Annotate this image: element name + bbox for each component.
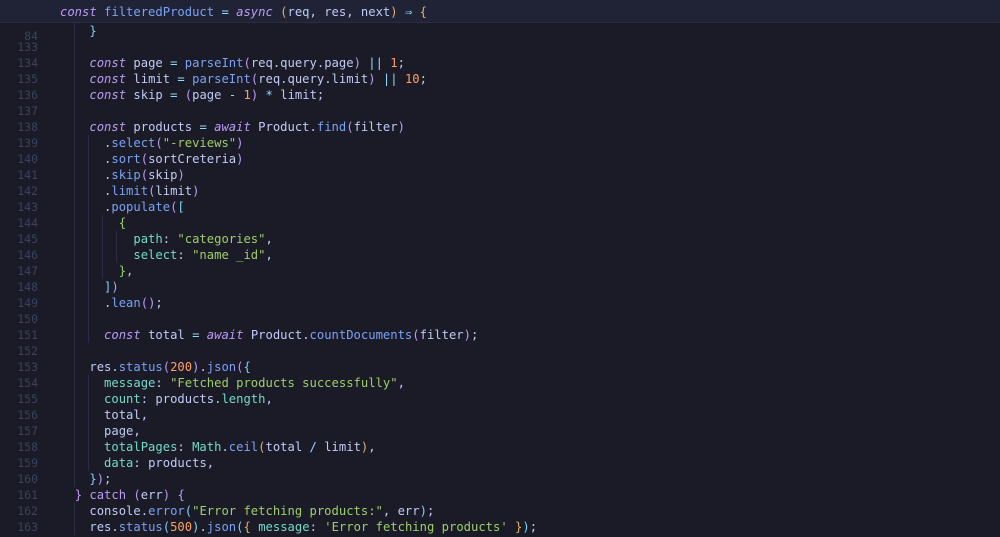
code-line: 144 .populate([ [0, 199, 1000, 230]
code-line: 148 }, [0, 263, 1000, 294]
code-line: 158 page, [0, 423, 1000, 454]
code-line: 140 .select("-reviews") [0, 135, 1000, 166]
code-text: .skip(skip) [60, 168, 185, 182]
code-text: const skip = (page - 1) * limit; [89, 88, 325, 102]
code-text: totalPages: Math.ceil(total / limit), [104, 440, 376, 454]
code-text: }); [89, 472, 112, 486]
code-text: const filteredProduct = async (req, res,… [60, 5, 427, 19]
code-line: 138 [0, 103, 1000, 134]
code-text: .sort(sortCreteria) [60, 152, 244, 166]
code-line: 134 [0, 39, 1000, 70]
code-line: 164 res.status(500).json({ message: 'Err… [0, 519, 1000, 537]
param: next [360, 5, 391, 19]
code-line: 154 res.status(200).json({ [0, 359, 1000, 390]
code-text: .lean(); [60, 296, 163, 310]
code-line: 137 const skip = (page - 1) * limit; [0, 87, 1000, 118]
code-line: 84 const filteredProduct = async (req, r… [0, 0, 1000, 43]
code-text: data: products, [104, 456, 215, 470]
code-line: 149 ]) [0, 279, 1000, 310]
code-text: res.status(500).json({ message: 'Error f… [89, 520, 538, 534]
code-text: page, [104, 424, 141, 438]
code-text: } catch (err) { [74, 488, 185, 502]
sticky-scroll-header[interactable]: 84 const filteredProduct = async (req, r… [0, 0, 1000, 43]
code-line: 156 count: products.length, [0, 391, 1000, 422]
code-line: 160 data: products, [0, 455, 1000, 486]
code-line: 163 console.error("Error fetching produc… [0, 503, 1000, 534]
keyword: const [60, 5, 97, 19]
code-text: const limit = parseInt(req.query.limit) … [89, 72, 427, 86]
code-text: console.error("Error fetching products:"… [89, 504, 435, 518]
code-line: 155 message: "Fetched products successfu… [0, 375, 1000, 406]
code-line: 157 total, [0, 407, 1000, 438]
code-line: 162 } catch (err) { [0, 487, 1000, 518]
operator: ⇒ [404, 5, 413, 19]
code-line: 136 const limit = parseInt(req.query.lim… [0, 71, 1000, 102]
code-text: const total = await Product.countDocumen… [104, 328, 479, 342]
param: res [324, 5, 347, 19]
code-line: 135 const page = parseInt(req.query.page… [0, 55, 1000, 86]
code-line: 141 .sort(sortCreteria) [0, 151, 1000, 182]
keyword: async [236, 5, 273, 19]
function-name: filteredProduct [104, 5, 215, 19]
code-text: total, [104, 408, 149, 422]
code-line: 151 [0, 311, 1000, 342]
code-text: }, [118, 264, 134, 278]
code-text: message: "Fetched products successfully"… [104, 376, 405, 390]
code-line: 161 }); [0, 471, 1000, 502]
code-text: const products = await Product.find(filt… [89, 120, 405, 134]
code-lines: 133 } 134 135 const page = parseInt(req.… [0, 23, 1000, 537]
code-text: path: "categories", [133, 232, 273, 246]
code-line: 145 { [0, 215, 1000, 246]
code-line: 146 path: "categories", [0, 231, 1000, 262]
param: req [287, 5, 310, 19]
code-line: 142 .skip(skip) [0, 167, 1000, 198]
code-text: .select("-reviews") [60, 136, 244, 150]
line-number: 84 [24, 29, 38, 43]
code-line: 159 totalPages: Math.ceil(total / limit)… [0, 439, 1000, 470]
code-line: 143 .limit(limit) [0, 183, 1000, 214]
code-text: } [89, 24, 97, 38]
code-line: 150 .lean(); [0, 295, 1000, 326]
code-line: 152 const total = await Product.countDoc… [0, 327, 1000, 358]
code-text: count: products.length, [104, 392, 273, 406]
code-text: .limit(limit) [60, 184, 200, 198]
code-text: const page = parseInt(req.query.page) ||… [89, 56, 405, 70]
code-text: select: "name _id", [133, 248, 273, 262]
code-line: 133 } [0, 23, 1000, 54]
code-text: .populate([ [60, 200, 185, 214]
code-text: res.status(200).json({ [89, 360, 251, 374]
code-line: 147 select: "name _id", [0, 247, 1000, 278]
code-text: { [118, 216, 127, 230]
operator: = [221, 5, 229, 19]
code-line: 153 [0, 343, 1000, 374]
code-editor[interactable]: 84 const filteredProduct = async (req, r… [0, 0, 1000, 537]
code-text: ]) [104, 280, 119, 294]
code-line: 139 const products = await Product.find(… [0, 119, 1000, 150]
